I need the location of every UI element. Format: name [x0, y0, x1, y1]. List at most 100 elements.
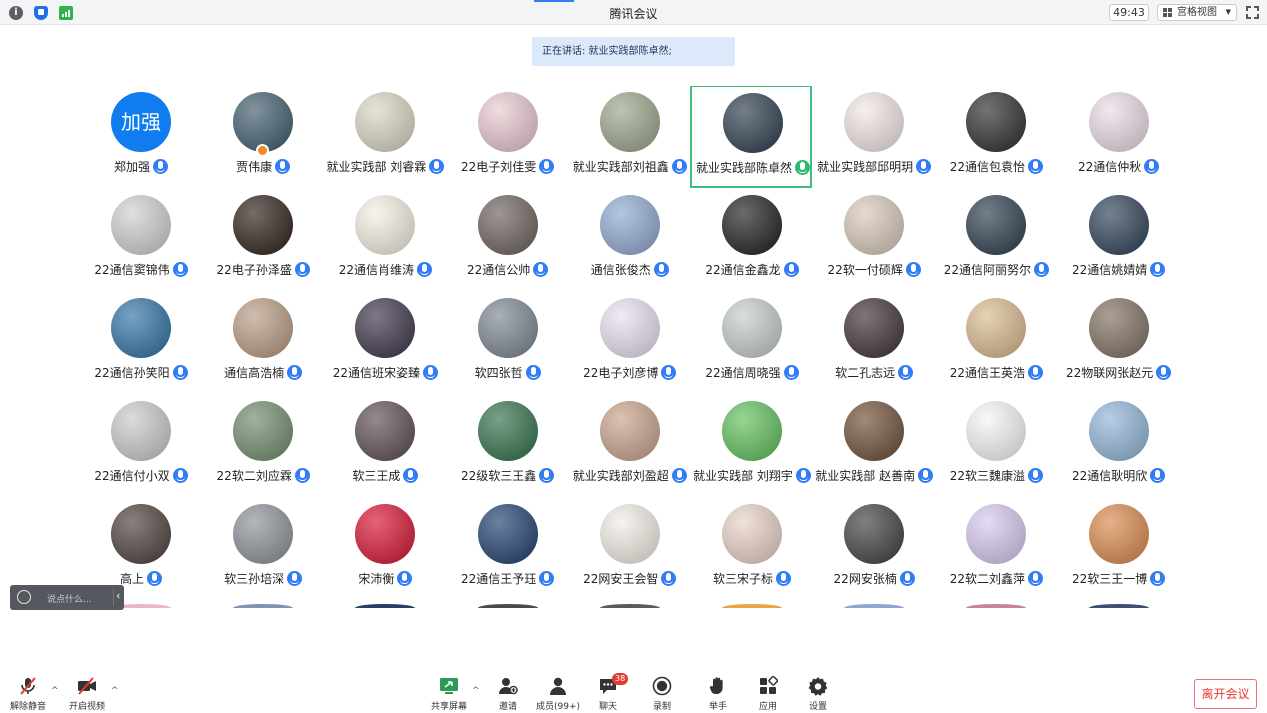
unmute-button[interactable]: 解除静音: [0, 676, 56, 712]
participant-tile[interactable]: 22软二刘应霖: [202, 395, 324, 498]
participant-tile[interactable]: 就业实践部邱明玥: [813, 86, 935, 189]
avatar-shading: [599, 92, 660, 152]
share-options-chevron-icon[interactable]: ^: [472, 686, 480, 696]
avatar-shading: [722, 195, 782, 255]
mic-icon: [533, 262, 549, 277]
participant-tile[interactable]: 就业实践部 赵善南: [813, 395, 935, 498]
participant-tile[interactable]: 22软三王一博: [1058, 498, 1180, 601]
share-screen-icon: [440, 678, 458, 694]
participant-tile[interactable]: 22物联网张赵元: [1058, 292, 1180, 395]
participant-name-row: 22物联网张赵元: [1058, 364, 1180, 381]
mic-icon: [1028, 159, 1044, 174]
participant-tile[interactable]: 22软三魏康溢: [935, 395, 1057, 498]
participant-name-row: 22通信肖维涛: [324, 261, 446, 278]
participant-tile[interactable]: 就业实践部刘祖鑫: [569, 86, 691, 189]
view-mode-dropdown[interactable]: 宫格视图 ▼: [1157, 4, 1237, 21]
participant-avatar: [355, 92, 416, 152]
participant-tile[interactable]: 22软一付硕辉: [813, 189, 935, 292]
mic-icon: [153, 159, 168, 174]
participant-name: 就业实践部 刘翔宇: [693, 469, 793, 483]
participant-tile[interactable]: 通信高浩楠: [202, 292, 324, 395]
chat-button[interactable]: 38 聊天: [580, 673, 636, 712]
participant-tile[interactable]: 软三孙培深: [202, 498, 324, 601]
participant-avatar: [844, 401, 905, 461]
camera-off-icon: [78, 677, 96, 695]
participant-tile[interactable]: 22通信耿明欣: [1058, 395, 1180, 498]
participant-avatar: [966, 195, 1027, 255]
participant-tile[interactable]: 22电子刘佳雯: [447, 86, 569, 189]
participant-tile[interactable]: 22网安张楠: [813, 498, 935, 601]
participant-name-row: 就业实践部 刘睿霖: [324, 158, 446, 175]
participant-tile[interactable]: 贾伟康: [202, 86, 324, 189]
participant-tile[interactable]: 软四张哲: [447, 292, 569, 395]
avatar-shading: [111, 504, 171, 564]
participant-name: 软四张哲: [474, 366, 523, 380]
participant-name: 就业实践部 刘睿霖: [326, 160, 427, 174]
participant-tile[interactable]: 22通信阿丽努尔: [935, 189, 1057, 292]
participant-tile[interactable]: 加强 郑加强: [80, 86, 202, 189]
participant-tile[interactable]: 就业实践部陈卓然: [690, 86, 812, 188]
participant-tile[interactable]: 宋沛衡: [324, 498, 446, 601]
participant-tile[interactable]: 就业实践部 刘翔宇: [691, 395, 813, 498]
mic-icon: [275, 159, 291, 174]
record-button[interactable]: 录制: [634, 676, 690, 712]
chat-input-pill[interactable]: 说点什么... ‹: [10, 585, 124, 610]
avatar-shading: [233, 401, 294, 461]
emoji-icon[interactable]: [17, 590, 31, 604]
participant-tile[interactable]: 就业实践部刘盈超: [569, 395, 691, 498]
participant-tile[interactable]: 22通信公帅: [447, 189, 569, 292]
participant-tile[interactable]: 22通信王英浩: [935, 292, 1057, 395]
participant-avatar: [233, 92, 294, 152]
participant-tile[interactable]: 22电子孙泽盛: [202, 189, 324, 292]
participant-tile[interactable]: 22通信孙笑阳: [80, 292, 202, 395]
collapse-left-icon[interactable]: ‹: [116, 589, 120, 602]
invite-button[interactable]: 邀请: [480, 676, 536, 712]
participant-tile[interactable]: 22软二刘鑫萍: [935, 498, 1057, 601]
participant-tile[interactable]: 22网安王会智: [569, 498, 691, 601]
window-title: 腾讯会议: [609, 7, 658, 21]
fullscreen-icon[interactable]: [1246, 6, 1259, 19]
participant-tile[interactable]: 22级软三王鑫: [447, 395, 569, 498]
mic-icon: [287, 365, 303, 380]
avatar-shading: [477, 195, 538, 255]
grid-view-icon: [1163, 8, 1172, 17]
raise-hand-label: 举手: [708, 702, 727, 712]
participant-avatar: [355, 298, 416, 358]
video-options-chevron-icon[interactable]: ^: [111, 686, 119, 696]
participant-avatar: [233, 504, 294, 564]
audio-options-chevron-icon[interactable]: ^: [51, 686, 59, 696]
share-screen-button[interactable]: 共享屏幕: [421, 676, 477, 712]
members-button[interactable]: 成员(99+): [530, 676, 586, 712]
participant-name-row: 就业实践部 赵善南: [813, 467, 935, 484]
participant-tile[interactable]: 22通信周晓强: [691, 292, 813, 395]
participant-avatar: [111, 298, 171, 358]
chat-placeholder[interactable]: 说点什么...: [47, 592, 92, 605]
participant-avatar: [477, 504, 538, 564]
participant-tile[interactable]: 22通信包袁怡: [935, 86, 1057, 189]
participant-name-row: 22通信王英浩: [935, 364, 1057, 381]
participant-name: 22软一付硕辉: [827, 263, 903, 277]
participant-tile[interactable]: 22通信窦锦伟: [80, 189, 202, 292]
participant-tile[interactable]: 软三王成: [324, 395, 446, 498]
participant-tile[interactable]: 22通信金鑫龙: [691, 189, 813, 292]
participant-tile[interactable]: 就业实践部 刘睿霖: [324, 86, 446, 189]
title-accent-line: [534, 0, 574, 2]
settings-button[interactable]: 设置: [790, 676, 846, 712]
participant-tile[interactable]: 22通信仲秋: [1058, 86, 1180, 189]
participant-tile[interactable]: 22通信王予珏: [447, 498, 569, 601]
leave-meeting-button[interactable]: 离开会议: [1194, 679, 1257, 709]
participant-tile[interactable]: 22通信肖维涛: [324, 189, 446, 292]
participant-tile[interactable]: 22通信姚婧婧: [1058, 189, 1180, 292]
participant-tile[interactable]: 软三宋子标: [691, 498, 813, 601]
participant-tile[interactable]: 22电子刘彦博: [569, 292, 691, 395]
participant-tile[interactable]: 软二孔志远: [813, 292, 935, 395]
mic-icon: [525, 365, 541, 380]
start-video-label: 开启视频: [68, 702, 105, 712]
participant-tile[interactable]: 22通信付小双: [80, 395, 202, 498]
participant-tile[interactable]: 22通信班宋姿臻: [324, 292, 446, 395]
raise-hand-button[interactable]: 举手: [690, 676, 746, 712]
title-bar: i 腾讯会议 49:43 宫格视图 ▼: [0, 0, 1267, 25]
participant-tile[interactable]: 通信张俊杰: [569, 189, 691, 292]
apps-button[interactable]: 应用: [740, 676, 796, 712]
start-video-button[interactable]: 开启视频: [59, 676, 115, 712]
